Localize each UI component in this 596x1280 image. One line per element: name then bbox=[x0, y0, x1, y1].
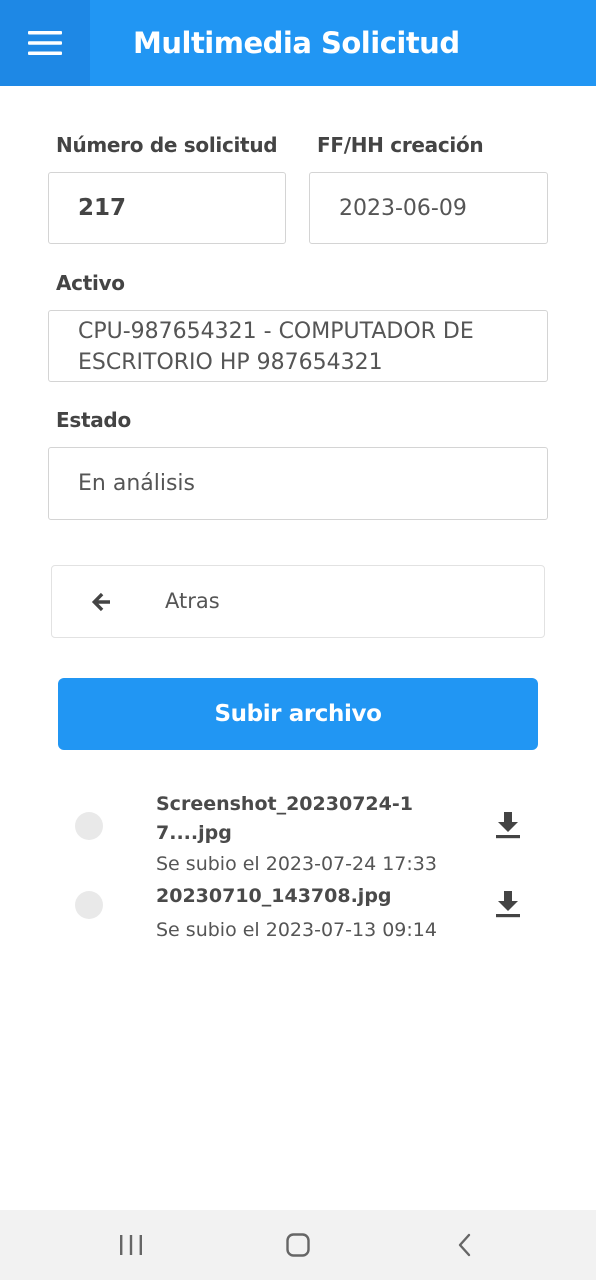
page-title: Multimedia Solicitud bbox=[133, 26, 460, 60]
estado-label: Estado bbox=[56, 408, 131, 432]
system-navigation-bar bbox=[0, 1210, 596, 1280]
estado-field[interactable]: En análisis bbox=[48, 447, 548, 520]
arrow-left-icon bbox=[91, 592, 110, 612]
upload-file-button[interactable]: Subir archivo bbox=[58, 678, 538, 750]
numero-solicitud-label: Número de solicitud bbox=[56, 133, 278, 157]
hamburger-menu-icon bbox=[28, 31, 62, 55]
back-icon[interactable] bbox=[450, 1230, 480, 1260]
file-select-circle[interactable] bbox=[75, 812, 103, 840]
numero-solicitud-field[interactable]: 217 bbox=[48, 172, 286, 244]
app-screen: Multimedia Solicitud Número de solicitud… bbox=[0, 0, 596, 1280]
file-name: 20230710_143708.jpg bbox=[156, 885, 392, 907]
activo-field[interactable]: CPU-987654321 - COMPUTADOR DE ESCRITORIO… bbox=[48, 310, 548, 382]
recent-apps-icon[interactable] bbox=[116, 1230, 146, 1260]
menu-button[interactable] bbox=[0, 0, 90, 86]
file-upload-date: Se subio el 2023-07-24 17:33 bbox=[156, 853, 437, 875]
file-upload-date: Se subio el 2023-07-13 09:14 bbox=[156, 919, 437, 941]
app-header: Multimedia Solicitud bbox=[0, 0, 596, 86]
fecha-creacion-field[interactable]: 2023-06-09 bbox=[309, 172, 548, 244]
home-icon[interactable] bbox=[283, 1230, 313, 1260]
back-button-label: Atras bbox=[165, 589, 220, 613]
back-button[interactable]: Atras bbox=[51, 565, 545, 638]
file-select-circle[interactable] bbox=[75, 891, 103, 919]
file-name: Screenshot_20230724-17....jpg bbox=[156, 793, 413, 844]
activo-label: Activo bbox=[56, 271, 125, 295]
download-icon[interactable] bbox=[495, 810, 521, 840]
download-icon[interactable] bbox=[495, 889, 521, 919]
fecha-creacion-label: FF/HH creación bbox=[317, 133, 484, 157]
